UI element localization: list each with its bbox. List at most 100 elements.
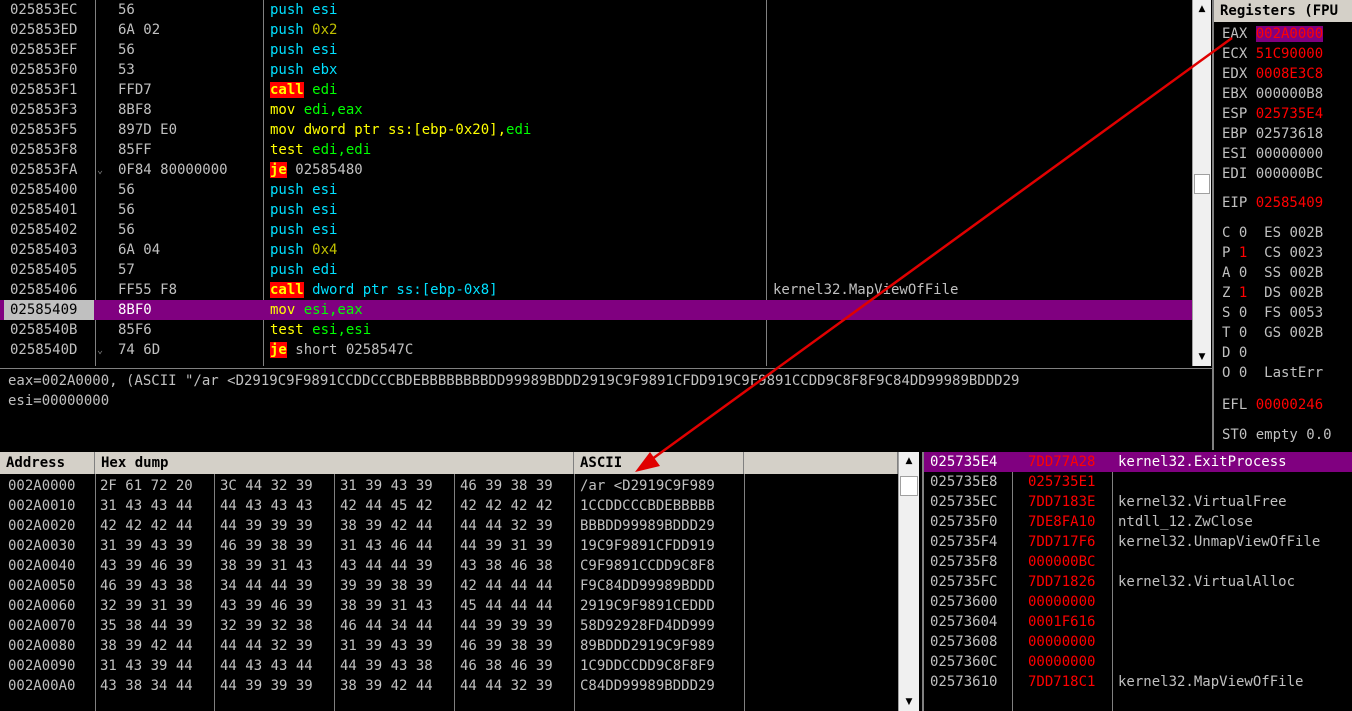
disasm-hex: 0F84 80000000 [118,162,228,178]
disasm-row[interactable]: 025853EF 56 push esi [0,40,1192,60]
dump-row[interactable]: 002A0000 2F 61 72 20 3C 44 32 39 31 39 43 3… [0,476,900,496]
flag-row[interactable]: T 0 GS 002B [1222,323,1323,343]
stack-row[interactable]: 025735E4 7DD77A28 kernel32.ExitProcess [924,452,1352,472]
register-value[interactable]: 02585409 [1256,195,1323,211]
flag-row[interactable]: Z 1 DS 002B [1222,283,1323,303]
register-eax[interactable]: EAX 002A0000 [1222,24,1324,44]
disasm-row[interactable]: 02585403 6A 04 push 0x4 [0,240,1192,260]
registers-pane[interactable]: Registers (FPU EAX 002A0000 ECX 51C90000 E… [1212,0,1352,450]
stack-row[interactable]: 025735E8 025735E1 [924,472,1352,492]
stack-row[interactable]: 025735F0 7DE8FA10 ntdll_12.ZwClose [924,512,1352,532]
stack-row[interactable]: 0257360C 00000000 [924,652,1352,672]
instruction-token: push [270,42,313,58]
dump-row[interactable]: 002A0040 43 39 46 39 38 39 31 43 43 44 44 3… [0,556,900,576]
disasm-row[interactable]: 02585400 56 push esi [0,180,1192,200]
register-edi[interactable]: EDI 000000BC [1222,164,1323,184]
register-esi[interactable]: ESI 00000000 [1222,144,1323,164]
dump-row[interactable]: 002A0060 32 39 31 39 43 39 46 39 38 39 31 4… [0,596,900,616]
stack-row[interactable]: 02573600 00000000 [924,592,1352,612]
register-value[interactable]: 000000B8 [1256,86,1323,102]
flag-row[interactable]: C 0 ES 002B [1222,223,1323,243]
dump-row[interactable]: 002A0020 42 42 42 44 44 39 39 39 38 39 42 4… [0,516,900,536]
dump-ascii: 1CCDDCCCBDEBBBBB [580,498,715,514]
disasm-instruction: call dword ptr ss:[ebp-0x8] [270,280,498,300]
disasm-address: 02585409 [10,302,78,318]
hex-dump-pane[interactable]: Address Hex dump ASCII 002A0000 2F 61 72 … [0,452,920,711]
scroll-up-icon[interactable]: ▲ [1193,2,1211,16]
disasm-row[interactable]: 02585402 56 push esi [0,220,1192,240]
register-ecx[interactable]: ECX 51C90000 [1222,44,1323,64]
stack-row[interactable]: 02573610 7DD718C1 kernel32.MapViewOfFile [924,672,1352,692]
instruction-token: 0x4 [312,242,338,258]
disasm-row[interactable]: 025853EC 56 push esi [0,0,1192,20]
hex-group: 42 44 45 42 [340,498,433,514]
scroll-down-icon[interactable]: ▼ [899,695,919,709]
stack-row[interactable]: 025735EC 7DD7183E kernel32.VirtualFree [924,492,1352,512]
register-edx[interactable]: EDX 0008E3C8 [1222,64,1323,84]
stack-row[interactable]: 025735FC 7DD71826 kernel32.VirtualAlloc [924,572,1352,592]
dump-row[interactable]: 002A0030 31 39 43 39 46 39 38 39 31 43 46 4… [0,536,900,556]
dump-row[interactable]: 002A0010 31 43 43 44 44 43 43 43 42 44 45 4… [0,496,900,516]
register-value[interactable]: 000000BC [1256,166,1323,182]
scroll-down-icon[interactable]: ▼ [1193,350,1211,364]
disasm-row[interactable]: 025853F0 53 push ebx [0,60,1192,80]
disasm-row[interactable]: 0258540B 85F6 test esi,esi [0,320,1192,340]
disassembly-scrollbar[interactable]: ▲ ▼ [1192,0,1211,366]
dump-row[interactable]: 002A0070 35 38 44 39 32 39 32 38 46 44 34 4… [0,616,900,636]
register-ebx[interactable]: EBX 000000B8 [1222,84,1323,104]
register-esp[interactable]: ESP 025735E4 [1222,104,1323,124]
stack-row[interactable]: 02573608 00000000 [924,632,1352,652]
flag-row[interactable]: D 0 [1222,343,1247,363]
instruction-token: push [270,242,313,258]
flag-row[interactable]: A 0 SS 002B [1222,263,1323,283]
disasm-instruction: mov dword ptr ss:[ebp-0x20],edi [270,120,531,140]
stack-row[interactable]: 02573604 0001F616 [924,612,1352,632]
dump-row[interactable]: 002A0080 38 39 42 44 44 44 32 39 31 39 43 3… [0,636,900,656]
stack-row[interactable]: 025735F8 000000BC [924,552,1352,572]
flag-row[interactable]: O 0 LastErr [1222,363,1332,383]
register-value[interactable]: 51C90000 [1256,46,1323,62]
column-header-hex-dump[interactable]: Hex dump [95,452,574,474]
dump-scrollbar[interactable]: ▲ ▼ [898,452,919,711]
disasm-row[interactable]: 02585405 57 push edi [0,260,1192,280]
flag-value[interactable]: 0 [1239,345,1247,361]
register-value[interactable]: 002A0000 [1255,26,1324,42]
disasm-row[interactable]: 025853F8 85FF test edi,edi [0,140,1192,160]
register-value[interactable]: 0008E3C8 [1256,66,1323,82]
register-value[interactable]: 00000246 [1256,397,1323,413]
flag-row[interactable]: P 1 CS 0023 [1222,243,1323,263]
disasm-row[interactable]: 02585406 FF55 F8 call dword ptr ss:[ebp-0x… [0,280,1192,300]
scroll-thumb[interactable] [900,476,918,496]
scroll-thumb[interactable] [1194,174,1210,194]
register-eip[interactable]: EIP 02585409 [1222,193,1323,213]
disassembly-pane[interactable]: 025853EC 56 push esi 025853ED 6A 02 push 0x2 0… [0,0,1192,366]
dump-address: 002A0030 [8,538,76,554]
dump-row[interactable]: 002A0050 46 39 43 38 34 44 44 39 39 39 38 3… [0,576,900,596]
column-header-ascii[interactable]: ASCII [574,452,744,474]
dump-row[interactable]: 002A00A0 43 38 34 44 44 39 39 39 38 39 42 4… [0,676,900,696]
disasm-row[interactable]: 02585409 8BF0 mov esi,eax [0,300,1192,320]
disasm-row[interactable]: 025853ED 6A 02 push 0x2 [0,20,1192,40]
disasm-row[interactable]: 025853F1 FFD7 call edi [0,80,1192,100]
register-ebp[interactable]: EBP 02573618 [1222,124,1323,144]
dump-row[interactable]: 002A0090 31 43 39 44 44 43 43 44 44 39 43 3… [0,656,900,676]
disasm-row[interactable]: 0258540D ⌄ 74 6D je short 0258547C [0,340,1192,360]
stack-address: 025735FC [930,574,998,590]
scroll-up-icon[interactable]: ▲ [899,454,919,468]
column-header-address[interactable]: Address [0,452,95,474]
disasm-row[interactable]: 025853F5 897D E0 mov dword ptr ss:[ebp-0x2… [0,120,1192,140]
disasm-address: 025853F0 [10,62,78,78]
register-value[interactable]: 025735E4 [1256,106,1323,122]
flag-row[interactable]: S 0 FS 0053 [1222,303,1323,323]
stack-pane[interactable]: 025735E4 7DD77A28 kernel32.ExitProcess 0257… [922,452,1352,711]
disasm-row[interactable]: 025853FA ⌄ 0F84 80000000 je 02585480 [0,160,1192,180]
hex-group: 46 44 34 44 [340,618,433,634]
register-value[interactable]: 02573618 [1256,126,1323,142]
register-efl[interactable]: EFL 00000246 [1222,395,1323,415]
register-value[interactable]: 00000000 [1256,146,1323,162]
instruction-token: push [270,202,313,218]
registers-header[interactable]: Registers (FPU [1214,0,1352,22]
disasm-row[interactable]: 02585401 56 push esi [0,200,1192,220]
stack-row[interactable]: 025735F4 7DD717F6 kernel32.UnmapViewOfFile [924,532,1352,552]
disasm-row[interactable]: 025853F3 8BF8 mov edi,eax [0,100,1192,120]
